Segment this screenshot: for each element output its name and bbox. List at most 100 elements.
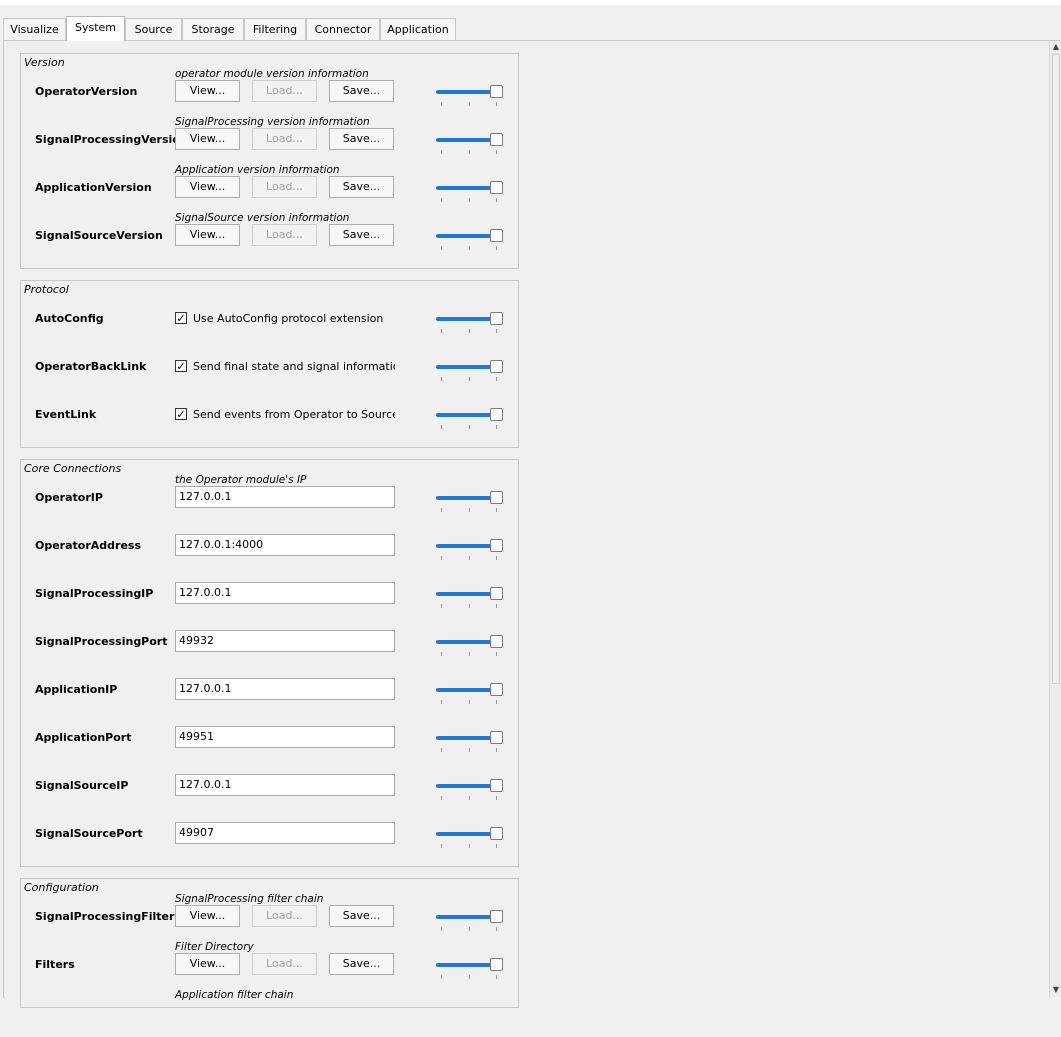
user-level-slider[interactable] (435, 777, 505, 801)
checkbox-checked-icon[interactable]: ✓ (175, 312, 187, 324)
tab-filtering[interactable]: Filtering (244, 18, 306, 40)
group-configuration: Configuration SignalProcessing filter ch… (20, 878, 519, 1008)
autoconfig-checkbox[interactable]: ✓ Use AutoConfig protocol extension (175, 311, 395, 327)
operator-ip-input[interactable]: 127.0.0.1 (175, 486, 395, 508)
operator-address-input[interactable]: 127.0.0.1:4000 (175, 534, 395, 556)
user-level-slider[interactable] (435, 681, 505, 705)
param-name: AutoConfig (35, 312, 104, 325)
load-button: Load... (252, 905, 317, 927)
slider-handle[interactable] (490, 312, 503, 325)
param-row: OperatorBackLink ✓ Send final state and … (21, 343, 518, 391)
slider-handle[interactable] (490, 181, 503, 194)
slider-handle[interactable] (490, 635, 503, 648)
slider-handle[interactable] (490, 683, 503, 696)
load-button: Load... (252, 128, 317, 150)
signal-processing-port-input[interactable]: 49932 (175, 630, 395, 652)
param-comment: the Operator module's IP (175, 474, 307, 486)
param-row: SignalSourceIP 127.0.0.1 (21, 762, 518, 810)
save-button[interactable]: Save... (329, 80, 394, 102)
vertical-scrollbar[interactable]: ▲ ▼ (1049, 41, 1061, 997)
slider-handle[interactable] (490, 587, 503, 600)
slider-handle[interactable] (490, 133, 503, 146)
param-name: ApplicationPort (35, 731, 132, 744)
user-level-slider[interactable] (435, 227, 505, 251)
load-button: Load... (252, 953, 317, 975)
slider-handle[interactable] (490, 491, 503, 504)
signal-source-ip-input[interactable]: 127.0.0.1 (175, 774, 395, 796)
save-button[interactable]: Save... (329, 953, 394, 975)
slider-handle[interactable] (490, 539, 503, 552)
user-level-slider[interactable] (435, 310, 505, 334)
slider-handle[interactable] (490, 827, 503, 840)
load-button: Load... (252, 80, 317, 102)
slider-handle[interactable] (490, 779, 503, 792)
tab-storage[interactable]: Storage (182, 18, 244, 40)
save-button[interactable]: Save... (329, 224, 394, 246)
slider-handle[interactable] (490, 958, 503, 971)
slider-handle[interactable] (490, 229, 503, 242)
user-level-slider[interactable] (435, 406, 505, 430)
user-level-slider[interactable] (435, 633, 505, 657)
param-name: SignalProcessingVersion (35, 133, 175, 146)
param-comment: operator module version information (175, 68, 369, 80)
user-level-slider[interactable] (435, 537, 505, 561)
user-level-slider[interactable] (435, 489, 505, 513)
checkbox-label: Use AutoConfig protocol extension (193, 312, 384, 325)
user-level-slider[interactable] (435, 956, 505, 980)
group-core-connections: Core Connections the Operator module's I… (20, 459, 519, 867)
param-name: SignalProcessingFilterChain (35, 910, 175, 923)
scroll-up-icon[interactable]: ▲ (1051, 41, 1061, 53)
slider-handle[interactable] (490, 85, 503, 98)
slider-handle[interactable] (490, 360, 503, 373)
slider-handle[interactable] (490, 731, 503, 744)
param-name: ApplicationIP (35, 683, 118, 696)
user-level-slider[interactable] (435, 729, 505, 753)
save-button[interactable]: Save... (329, 176, 394, 198)
operator-backlink-checkbox[interactable]: ✓ Send final state and signal informatio… (175, 359, 395, 375)
signal-source-port-input[interactable]: 49907 (175, 822, 395, 844)
load-button: Load... (252, 176, 317, 198)
param-row: ApplicationPort 49951 (21, 714, 518, 762)
checkbox-label: Send final state and signal information … (193, 360, 395, 373)
param-comment: Application version information (175, 164, 340, 176)
application-port-input[interactable]: 49951 (175, 726, 395, 748)
user-level-slider[interactable] (435, 83, 505, 107)
param-name: OperatorVersion (35, 85, 138, 98)
scroll-down-icon[interactable]: ▼ (1051, 984, 1061, 996)
user-level-slider[interactable] (435, 585, 505, 609)
save-button[interactable]: Save... (329, 128, 394, 150)
tab-system[interactable]: System (66, 16, 125, 41)
save-button[interactable]: Save... (329, 905, 394, 927)
signal-processing-ip-input[interactable]: 127.0.0.1 (175, 582, 395, 604)
view-button[interactable]: View... (175, 80, 240, 102)
param-row: OperatorAddress 127.0.0.1:4000 (21, 522, 518, 570)
eventlink-checkbox[interactable]: ✓ Send events from Operator to Source mo… (175, 407, 395, 423)
user-level-slider[interactable] (435, 179, 505, 203)
view-button[interactable]: View... (175, 953, 240, 975)
user-level-slider[interactable] (435, 908, 505, 932)
view-button[interactable]: View... (175, 905, 240, 927)
param-name: SignalSourceIP (35, 779, 129, 792)
user-level-slider[interactable] (435, 825, 505, 849)
param-row: Filter Directory Filters View... Load...… (21, 941, 518, 989)
tab-connector[interactable]: Connector (306, 18, 380, 40)
param-row: SignalSourcePort 49907 (21, 810, 518, 858)
tab-application[interactable]: Application (380, 18, 456, 40)
view-button[interactable]: View... (175, 176, 240, 198)
view-button[interactable]: View... (175, 128, 240, 150)
param-comment: SignalProcessing version information (175, 116, 370, 128)
checkbox-checked-icon[interactable]: ✓ (175, 360, 187, 372)
load-button: Load... (252, 224, 317, 246)
param-comment: Application filter chain (175, 989, 294, 1001)
scrollbar-thumb[interactable] (1052, 54, 1060, 684)
user-level-slider[interactable] (435, 358, 505, 382)
tab-visualize[interactable]: Visualize (3, 18, 66, 40)
checkbox-checked-icon[interactable]: ✓ (175, 408, 187, 420)
tab-source[interactable]: Source (125, 18, 182, 40)
param-name: OperatorBackLink (35, 360, 147, 373)
user-level-slider[interactable] (435, 131, 505, 155)
slider-handle[interactable] (490, 910, 503, 923)
view-button[interactable]: View... (175, 224, 240, 246)
slider-handle[interactable] (490, 408, 503, 421)
application-ip-input[interactable]: 127.0.0.1 (175, 678, 395, 700)
